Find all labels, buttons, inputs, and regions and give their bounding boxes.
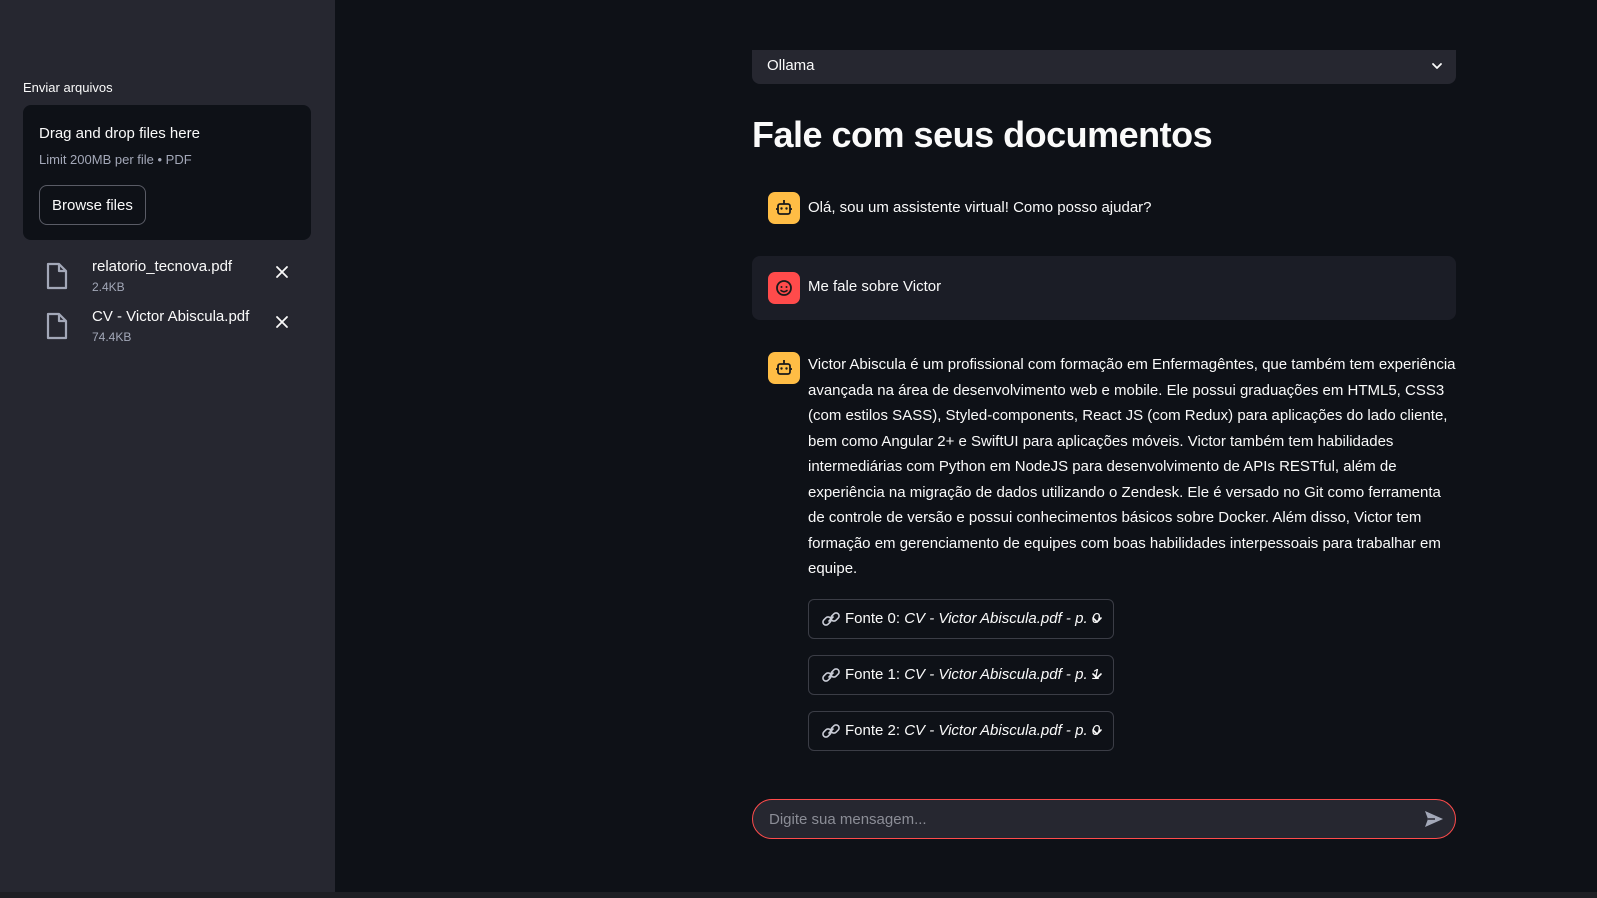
chat-message-user: Me fale sobre Victor bbox=[752, 256, 1456, 320]
source-expander[interactable]: Fonte 2: CV - Victor Abiscula.pdf - p. 0 bbox=[808, 711, 1114, 751]
chevron-down-icon bbox=[1092, 729, 1102, 735]
dropzone-title: Drag and drop files here bbox=[39, 125, 200, 142]
robot-icon bbox=[768, 192, 800, 224]
link-icon bbox=[822, 668, 840, 682]
link-icon bbox=[822, 724, 840, 738]
source-expander[interactable]: Fonte 0: CV - Victor Abiscula.pdf - p. 0 bbox=[808, 599, 1114, 639]
chevron-down-icon bbox=[1432, 63, 1442, 69]
sidebar: Enviar arquivos Drag and drop files here… bbox=[0, 0, 335, 898]
uploader-label: Enviar arquivos bbox=[23, 80, 113, 95]
chat-message-assistant: Olá, sou um assistente virtual! Como pos… bbox=[752, 190, 1456, 226]
file-name: CV - Victor Abiscula.pdf bbox=[92, 308, 250, 325]
browse-files-button[interactable]: Browse files bbox=[39, 185, 146, 225]
message-text: Victor Abiscula é um profissional com fo… bbox=[808, 356, 1456, 577]
chat-input[interactable] bbox=[769, 800, 1399, 838]
file-size: 2.4KB bbox=[92, 280, 125, 294]
model-select[interactable]: Ollama bbox=[752, 50, 1456, 84]
robot-icon bbox=[768, 352, 800, 384]
file-icon bbox=[46, 262, 68, 290]
source-label: Fonte 1: CV - Victor Abiscula.pdf - p. 1 bbox=[845, 666, 1101, 683]
file-size: 74.4KB bbox=[92, 330, 132, 344]
message-text: Olá, sou um assistente virtual! Como pos… bbox=[808, 199, 1152, 216]
face-icon bbox=[768, 272, 800, 304]
uploaded-file: relatorio_tecnova.pdf 2.4KB bbox=[45, 258, 305, 302]
dropzone-limit: Limit 200MB per file • PDF bbox=[39, 152, 192, 167]
close-icon[interactable] bbox=[274, 314, 290, 330]
page-title: Fale com seus documentos bbox=[752, 114, 1213, 155]
chat-message-assistant: Victor Abiscula é um profissional com fo… bbox=[752, 350, 1456, 770]
link-icon bbox=[822, 612, 840, 626]
chevron-down-icon bbox=[1092, 673, 1102, 679]
file-dropzone[interactable]: Drag and drop files here Limit 200MB per… bbox=[23, 105, 311, 240]
source-label: Fonte 0: CV - Victor Abiscula.pdf - p. 0 bbox=[845, 610, 1101, 627]
send-icon[interactable] bbox=[1423, 809, 1445, 829]
chat-input-container bbox=[752, 799, 1456, 839]
message-text: Me fale sobre Victor bbox=[808, 278, 942, 295]
source-label: Fonte 2: CV - Victor Abiscula.pdf - p. 0 bbox=[845, 722, 1101, 739]
file-icon bbox=[46, 312, 68, 340]
bottom-strip bbox=[0, 892, 1597, 898]
uploaded-file: CV - Victor Abiscula.pdf 74.4KB bbox=[45, 308, 305, 352]
file-name: relatorio_tecnova.pdf bbox=[92, 258, 233, 275]
source-expander[interactable]: Fonte 1: CV - Victor Abiscula.pdf - p. 1 bbox=[808, 655, 1114, 695]
chevron-down-icon bbox=[1092, 617, 1102, 623]
close-icon[interactable] bbox=[274, 264, 290, 280]
model-select-value: Ollama bbox=[767, 57, 815, 74]
